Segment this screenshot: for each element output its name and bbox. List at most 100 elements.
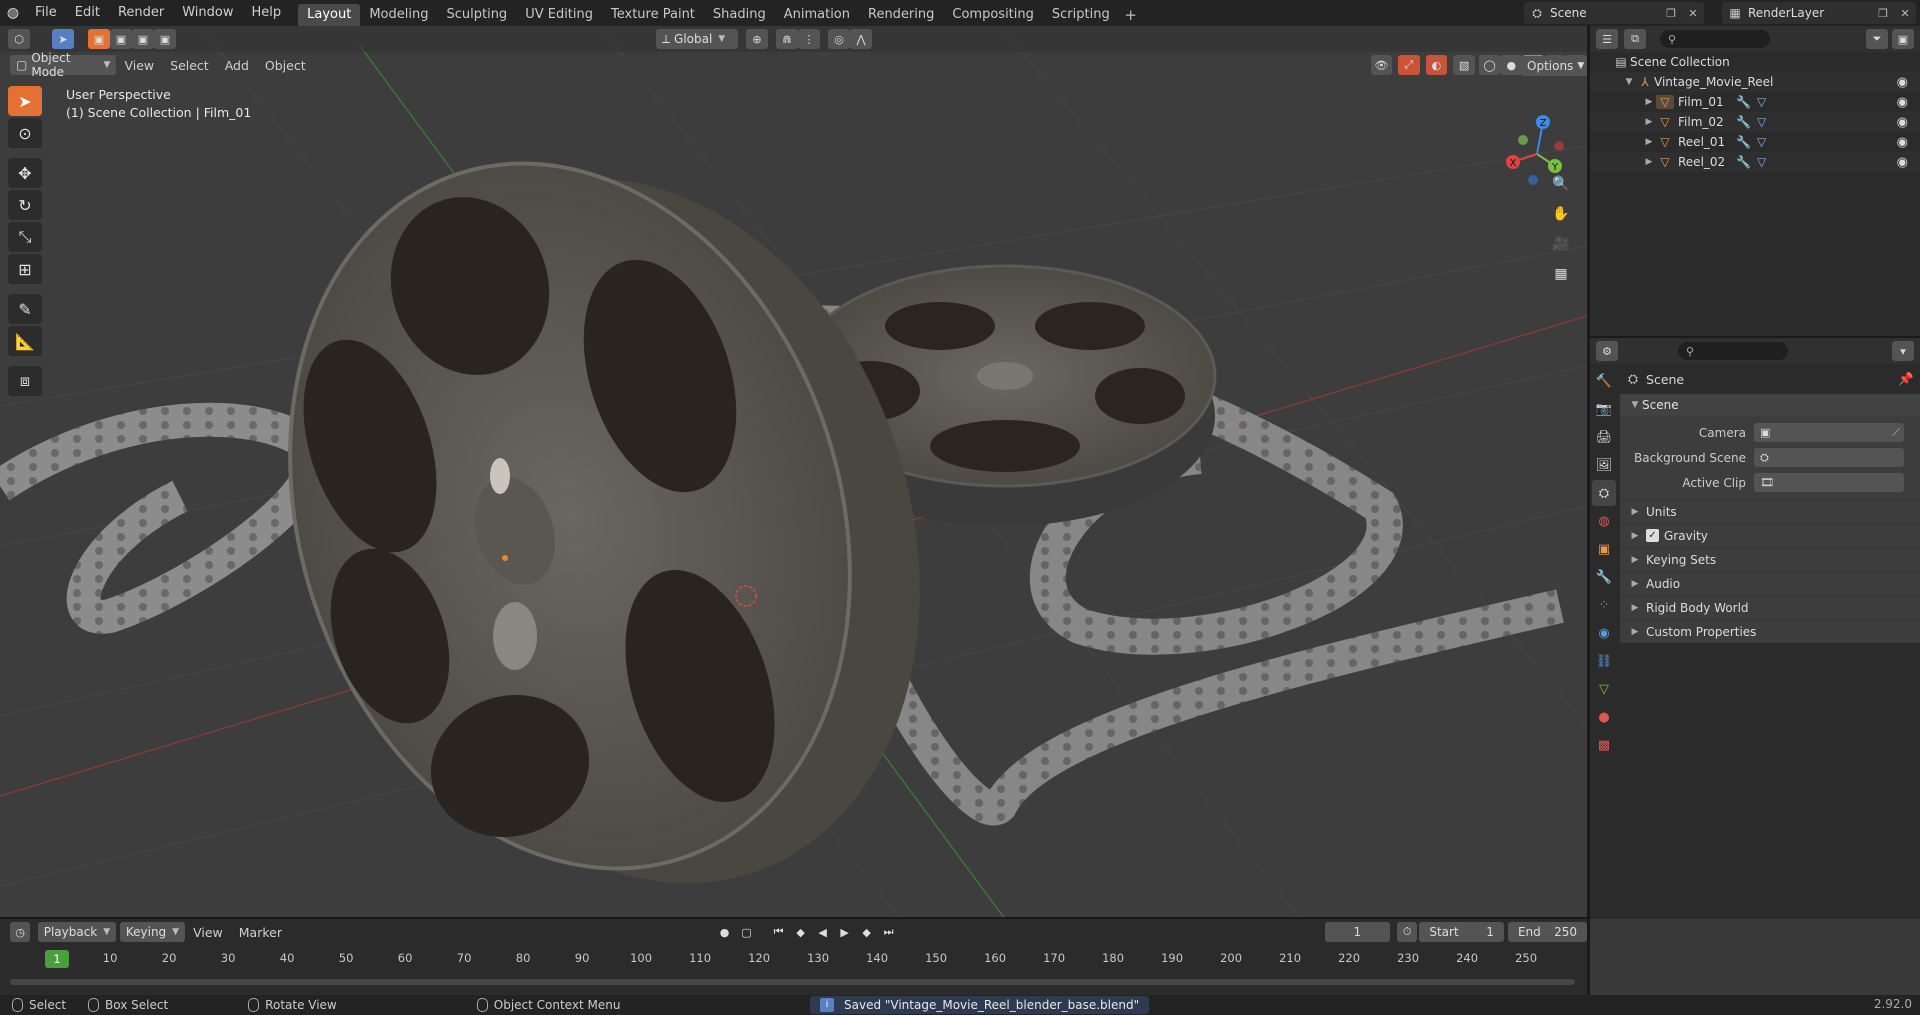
move-tool-icon[interactable]: ✥ [8,158,42,188]
physics-tab-icon[interactable]: ◉ [1592,620,1616,646]
menu-file[interactable]: File [26,0,66,26]
camera-field[interactable]: ▣ ⟋ [1754,423,1904,442]
output-tab-icon[interactable]: 🖨 [1592,424,1616,450]
texture-tab-icon[interactable]: ▩ [1592,732,1616,758]
outliner-row-film-02[interactable]: ▶ ▽ Film_02 🔧▽ ◉ [1590,112,1920,132]
custom-properties-subpanel[interactable]: ▶ Custom Properties [1620,619,1920,643]
material-tab-icon[interactable]: ● [1592,704,1616,730]
prev-keyframe-icon[interactable]: ◆ [791,923,811,941]
chevron-right-icon[interactable]: ▶ [1642,97,1656,107]
play-icon[interactable]: ▶ [835,923,855,941]
chevron-down-icon[interactable]: ▾ [1892,341,1914,361]
close-icon[interactable]: ✕ [1894,7,1916,20]
world-tab-icon[interactable]: ◍ [1592,508,1616,534]
select-mode-subtract-icon[interactable]: ▣ [132,29,154,49]
menu-edit[interactable]: Edit [66,0,109,26]
tab-texture-paint[interactable]: Texture Paint [602,4,704,26]
transform-tool-icon[interactable]: ⊞ [8,254,42,284]
outliner-row-film-01[interactable]: ▶ ▽ Film_01 🔧▽ ◉ [1590,92,1920,112]
annotate-tool-icon[interactable]: ✎ [8,294,42,324]
outliner-search-input[interactable]: ⚲ [1660,30,1770,48]
3d-viewport[interactable]: ⬡ ➤ ▣ ▣ ▣ ▣ ⟂ Global ▼ ⊕ ⋒ ⋮ ◎ ⋀ ▢ Objec… [0,26,1587,919]
audio-subpanel[interactable]: ▶ Audio [1620,571,1920,595]
copy-icon[interactable]: ❐ [1872,7,1894,20]
transform-orientation-dropdown[interactable]: ⟂ Global ▼ [656,29,738,49]
eye-icon[interactable]: ◉ [1897,155,1908,170]
tab-shading[interactable]: Shading [704,4,775,26]
pivot-point-icon[interactable]: ⊕ [746,29,768,49]
xray-icon[interactable]: ▧ [1453,55,1475,75]
snap-increment-icon[interactable]: ⋮ [798,29,820,49]
frame-ruler[interactable]: 1 10 20 30 40 50 60 70 80 90 100 110 120 130 140 150 160… [0,949,1587,969]
select-mode-invert-icon[interactable]: ▣ [154,29,176,49]
tab-layout[interactable]: Layout [298,4,361,26]
view-layer-selector[interactable]: ▦ RenderLayer ❐ ✕ [1722,2,1916,24]
jump-end-icon[interactable]: ⏭ [879,923,899,941]
keying-sets-subpanel[interactable]: ▶ Keying Sets [1620,547,1920,571]
auto-keying-options-icon[interactable]: ▢ [737,923,757,941]
tool-tab-icon[interactable]: 🔨 [1592,368,1616,394]
tab-modeling[interactable]: Modeling [360,4,437,26]
filter-icon[interactable]: ⏷ [1866,29,1888,49]
shading-wireframe-icon[interactable]: ◯ [1478,55,1501,75]
outliner-row-vintage-movie-reel[interactable]: ▼ ⅄ Vintage_Movie_Reel ◉ [1590,72,1920,92]
current-frame-field[interactable]: 1 [1325,922,1390,942]
end-frame-field[interactable]: End 250 [1507,922,1588,942]
mode-dropdown[interactable]: ▢ Object Mode ▼ [10,51,117,79]
tab-compositing[interactable]: Compositing [943,4,1043,26]
gizmo-toggle-icon[interactable]: ⤢ [1398,55,1420,75]
shading-solid-icon[interactable]: ● [1500,55,1523,75]
start-frame-field[interactable]: Start 1 [1419,922,1504,942]
add-workspace-button[interactable]: + [1121,5,1141,25]
play-reverse-icon[interactable]: ◀ [813,923,833,941]
display-mode-icon[interactable]: ⧉ [1624,29,1646,49]
menu-view[interactable]: View [116,58,162,73]
gravity-subpanel[interactable]: ▶ ✓ Gravity [1620,523,1920,547]
rotate-tool-icon[interactable]: ↻ [8,190,42,220]
scene-selector[interactable]: ⛭ Scene ❐ ✕ [1524,2,1704,24]
constraints-tab-icon[interactable]: ⛓ [1592,648,1616,674]
menu-select[interactable]: Select [162,58,217,73]
snap-icon[interactable]: ⋒ [776,29,798,49]
render-tab-icon[interactable]: 📷 [1592,396,1616,422]
chevron-right-icon[interactable]: ▶ [1642,157,1656,167]
menu-object[interactable]: Object [257,58,314,73]
properties-editor-type-icon[interactable]: ⚙ [1596,341,1618,361]
timeline-scrollbar[interactable] [10,979,1575,985]
scale-tool-icon[interactable]: ⤡ [8,222,42,252]
keying-dropdown[interactable]: Keying ▼ [119,922,186,942]
measure-tool-icon[interactable]: 📐 [8,326,42,356]
visibility-icon[interactable]: 👁 [1370,55,1393,75]
playback-dropdown[interactable]: Playback ▼ [37,922,117,942]
object-tab-icon[interactable]: ▣ [1592,536,1616,562]
proportional-edit-icon[interactable]: ◎ [828,29,850,49]
pan-hand-icon[interactable]: ✋ [1549,202,1573,226]
options-button[interactable]: Options ▼ [1521,56,1587,76]
copy-icon[interactable]: ❐ [1660,7,1682,20]
particles-tab-icon[interactable]: ⁘ [1592,592,1616,618]
falloff-icon[interactable]: ⋀ [850,29,872,49]
next-keyframe-icon[interactable]: ◆ [857,923,877,941]
gravity-checkbox[interactable]: ✓ [1646,529,1659,542]
outliner-editor-type-icon[interactable]: ☰ [1596,29,1618,49]
record-icon[interactable]: ● [715,923,735,941]
select-box-tool-icon[interactable]: ➤ [8,86,42,116]
new-collection-icon[interactable]: ▣ [1892,29,1914,49]
select-mode-new-icon[interactable]: ▣ [88,29,110,49]
blender-logo-icon[interactable]: ◍ [0,0,26,26]
modifier-tab-icon[interactable]: 🔧 [1592,564,1616,590]
units-subpanel[interactable]: ▶ Units [1620,499,1920,523]
menu-view[interactable]: View [185,925,231,940]
pin-icon[interactable]: 📌 [1898,371,1914,387]
menu-add[interactable]: Add [217,58,257,73]
menu-render[interactable]: Render [109,0,173,26]
chevron-right-icon[interactable]: ▶ [1642,117,1656,127]
eyedropper-icon[interactable]: ⟋ [1892,426,1900,440]
camera-view-icon[interactable]: 🎥 [1549,232,1573,256]
eye-icon[interactable]: ◉ [1897,75,1908,90]
eye-icon[interactable]: ◉ [1897,115,1908,130]
active-clip-field[interactable]: 🎞 [1754,473,1904,492]
outliner-row-scene-collection[interactable]: ▤ Scene Collection [1590,52,1920,72]
cursor-tool-icon[interactable]: ⊙ [8,118,42,148]
outliner-row-reel-02[interactable]: ▶ ▽ Reel_02 🔧▽ ◉ [1590,152,1920,172]
